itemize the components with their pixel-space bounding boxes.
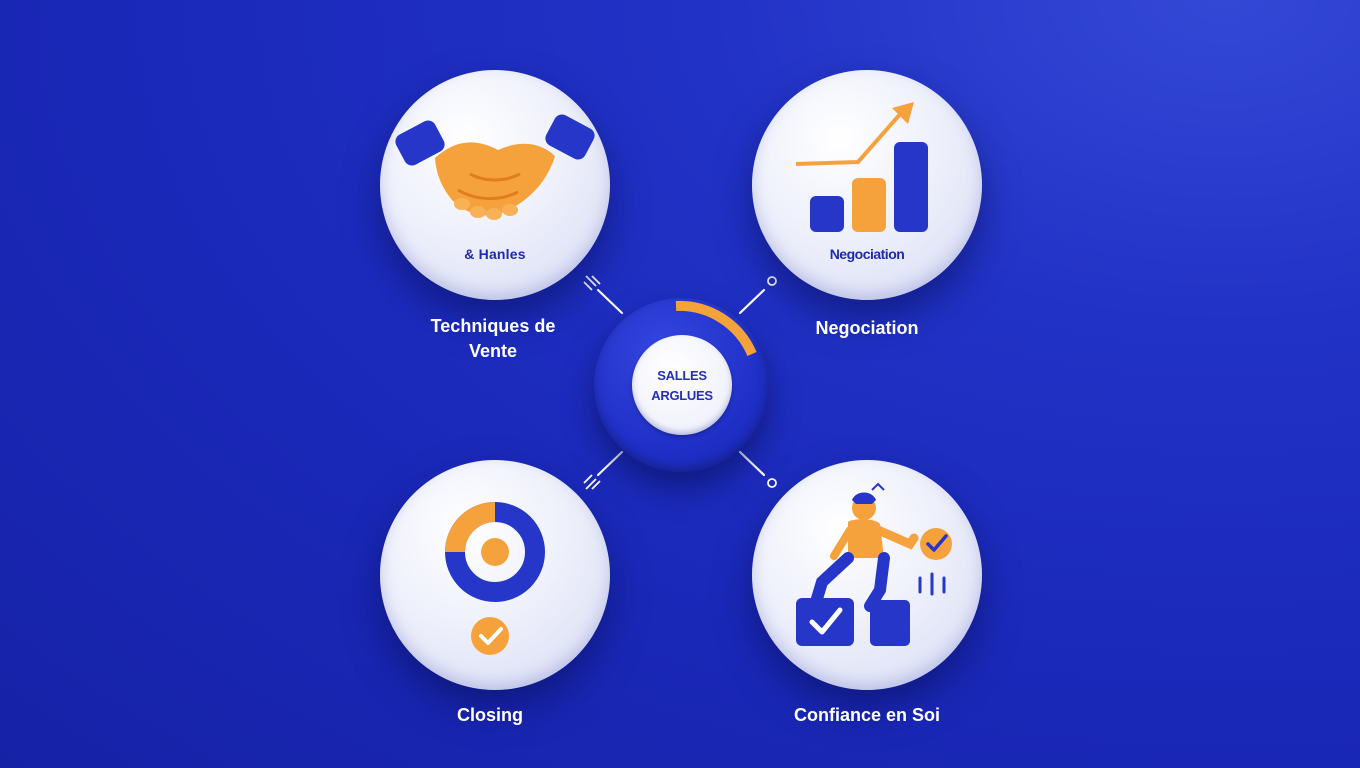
hub-center[interactable] (632, 335, 732, 435)
node-techniques[interactable]: & Hanles (380, 70, 610, 300)
mind-map-diagram: & Hanles Techniques de Vente Negociation… (0, 0, 1360, 768)
node-negociation-icon-text: Negociation (829, 246, 905, 262)
node-closing[interactable] (380, 460, 610, 690)
hub-label-line2: ARGLUES (651, 388, 713, 403)
caption-closing-line1: Closing (457, 705, 523, 725)
caption-confiance: Confiance en Soi (747, 703, 987, 728)
hub-label-line1: SALLES (657, 368, 707, 383)
growth-chart-icon (795, 102, 928, 232)
caption-closing: Closing (370, 703, 610, 728)
caption-confiance-line1: Confiance en Soi (793, 705, 941, 725)
node-confiance[interactable] (752, 460, 982, 690)
caption-negociation: Negociation (747, 316, 987, 341)
caption-techniques: Techniques de Vente (373, 314, 613, 364)
caption-negociation-line1: Negociation (815, 318, 919, 338)
caption-techniques-line2: Vente (468, 341, 518, 361)
donut-target-icon (445, 502, 545, 655)
node-negociation[interactable]: Negociation (752, 70, 982, 300)
handshake-icon (395, 114, 595, 220)
person-success-icon (796, 482, 952, 646)
caption-techniques-line1: Techniques de (430, 316, 556, 336)
node-techniques-icon-text: & Hanles (464, 246, 526, 262)
